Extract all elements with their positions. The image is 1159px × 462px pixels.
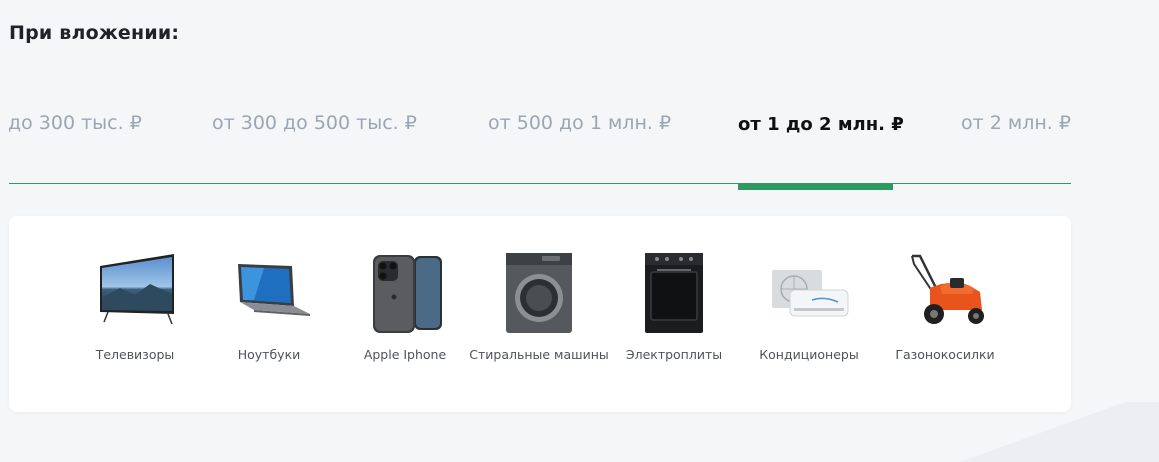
tab-1m-to-2m[interactable]: от 1 до 2 млн. ₽ bbox=[738, 114, 904, 135]
investment-range-tabs: до 300 тыс. ₽ от 300 до 500 тыс. ₽ от 50… bbox=[0, 112, 1080, 152]
laptop-icon bbox=[238, 264, 310, 316]
product-electric-stove[interactable]: Электроплиты bbox=[604, 216, 744, 412]
product-washing-machine[interactable]: Стиральные машины bbox=[469, 216, 609, 412]
product-label: Apple Iphone bbox=[363, 347, 447, 362]
tab-up-to-300k[interactable]: до 300 тыс. ₽ bbox=[8, 112, 142, 134]
page-heading: При вложении: bbox=[9, 22, 180, 44]
electric-stove-icon bbox=[645, 253, 703, 333]
active-tab-indicator bbox=[738, 183, 893, 190]
product-laptop[interactable]: Ноутбуки bbox=[199, 216, 339, 412]
product-label: Газонокосилки bbox=[895, 347, 995, 362]
lawn-mower-icon bbox=[911, 254, 984, 324]
iphone-icon bbox=[373, 255, 442, 333]
product-iphone[interactable]: Apple Iphone bbox=[335, 216, 475, 412]
product-label: Электроплиты bbox=[625, 347, 723, 362]
product-label: Кондиционеры bbox=[759, 347, 859, 362]
product-label: Ноутбуки bbox=[237, 347, 301, 362]
product-label: Телевизоры bbox=[95, 347, 175, 362]
product-lawn-mower[interactable]: Газонокосилки bbox=[875, 216, 1015, 412]
tab-500k-to-1m[interactable]: от 500 до 1 млн. ₽ bbox=[488, 112, 671, 134]
products-card: Телевизоры Ноутбуки Apple Iphone Стираль… bbox=[9, 216, 1071, 412]
tab-over-2m[interactable]: от 2 млн. ₽ bbox=[961, 112, 1071, 134]
tab-300k-to-500k[interactable]: от 300 до 500 тыс. ₽ bbox=[212, 112, 417, 134]
tv-icon bbox=[100, 254, 174, 325]
product-air-conditioner[interactable]: Кондиционеры bbox=[739, 216, 879, 412]
product-label: Стиральные машины bbox=[469, 347, 609, 362]
washing-machine-icon bbox=[506, 253, 572, 333]
air-conditioner-icon bbox=[772, 270, 849, 317]
tabs-divider bbox=[9, 183, 1071, 184]
product-tv[interactable]: Телевизоры bbox=[65, 216, 205, 412]
